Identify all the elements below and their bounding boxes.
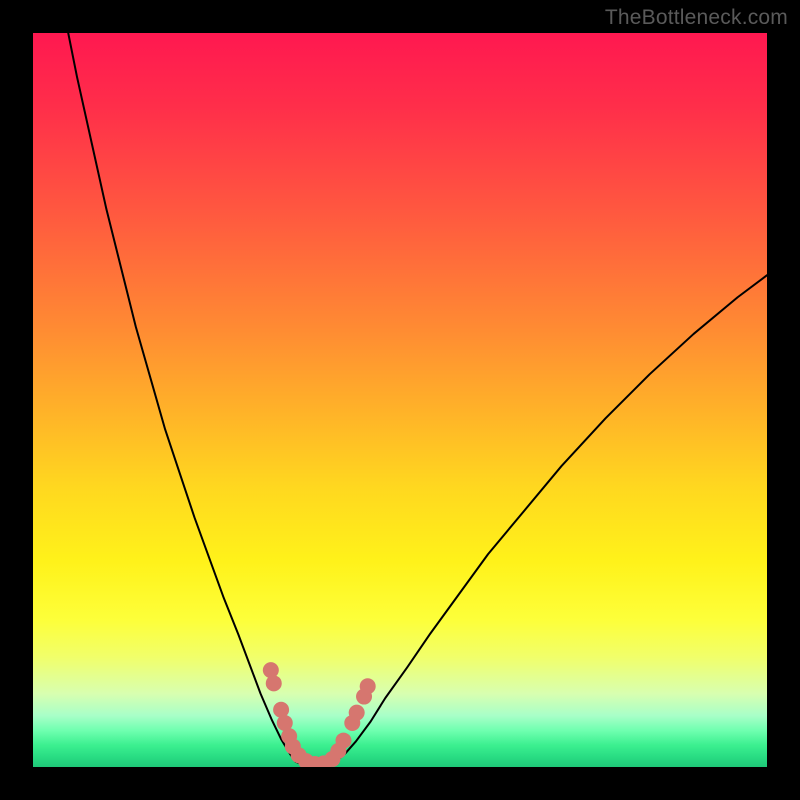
chart-frame: TheBottleneck.com <box>0 0 800 800</box>
salmon-dot-markers <box>263 662 376 767</box>
marker-dot <box>335 733 351 749</box>
marker-dot <box>266 675 282 691</box>
watermark-text: TheBottleneck.com <box>605 6 788 30</box>
curve-line <box>68 33 767 766</box>
marker-dot <box>360 678 376 694</box>
marker-dot <box>263 662 279 678</box>
chart-svg <box>33 33 767 767</box>
bottleneck-curve <box>68 33 767 766</box>
marker-dot <box>349 705 365 721</box>
chart-plot-area <box>33 33 767 767</box>
